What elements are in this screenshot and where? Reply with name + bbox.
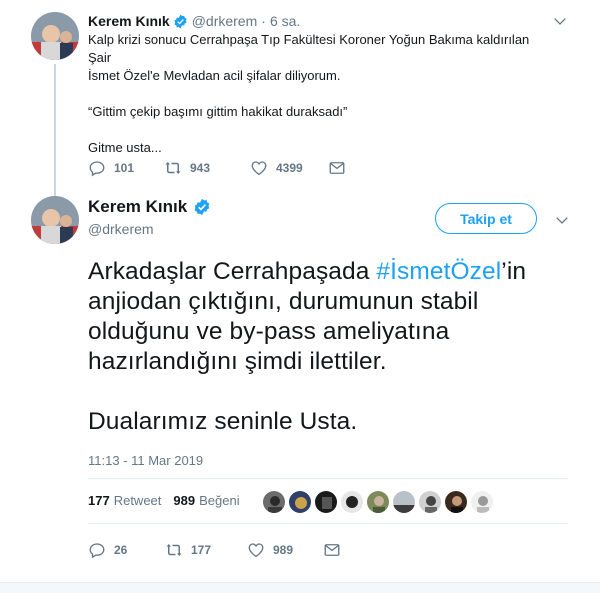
hashtag-link[interactable]: #İsmetÖzel xyxy=(376,258,501,285)
reply-count: 26 xyxy=(114,543,128,557)
retweet-icon xyxy=(166,544,182,556)
retweet-count: 177 xyxy=(191,543,212,557)
bottom-edge xyxy=(0,582,600,593)
avatar[interactable] xyxy=(31,12,79,60)
like-count: 4399 xyxy=(276,161,303,175)
reply-button[interactable]: 101 xyxy=(88,159,164,177)
like-button[interactable]: 989 xyxy=(247,541,323,559)
author-handle[interactable]: @drkerem xyxy=(192,12,258,31)
separator-dot: · xyxy=(261,13,266,29)
reply-count: 101 xyxy=(114,161,135,175)
liker-avatar[interactable] xyxy=(314,490,338,514)
chevron-down-icon[interactable] xyxy=(553,14,567,28)
heart-icon xyxy=(251,161,267,176)
liker-avatar[interactable] xyxy=(392,490,416,514)
reply-icon xyxy=(89,161,105,177)
like-total[interactable]: 989 xyxy=(173,493,195,508)
divider xyxy=(88,523,568,524)
tweet1-actions: 101 943 4399 xyxy=(88,159,354,177)
heart-icon xyxy=(248,543,264,558)
liker-avatar[interactable] xyxy=(262,490,286,514)
divider xyxy=(88,478,568,479)
tweet-timestamp[interactable]: 11:13 - 11 Mar 2019 xyxy=(88,453,203,468)
liker-avatar[interactable] xyxy=(444,490,468,514)
retweet-label[interactable]: Retweet xyxy=(114,493,162,508)
like-label[interactable]: Beğeni xyxy=(199,493,239,508)
tweet-text-line: İsmet Özel'e Mevladan acil şifalar diliy… xyxy=(88,68,341,83)
retweet-button[interactable]: 177 xyxy=(165,541,247,559)
liker-avatar[interactable] xyxy=(366,490,390,514)
liker-avatar[interactable] xyxy=(288,490,312,514)
like-count: 989 xyxy=(273,543,294,557)
like-button[interactable]: 4399 xyxy=(250,159,328,177)
author-name[interactable]: Kerem Kınık xyxy=(88,197,187,217)
tweet-text-prefix: Arkadaşlar Cerrahpaşada xyxy=(88,258,377,285)
tweet1-text: Kalp krizi sonucu Cerrahpaşa Tıp Fakülte… xyxy=(88,31,548,157)
avatar[interactable] xyxy=(31,196,79,244)
retweet-icon xyxy=(165,162,181,174)
author-name-row: Kerem Kınık xyxy=(88,197,215,217)
retweet-count: 943 xyxy=(190,161,211,175)
direct-message-button[interactable] xyxy=(328,159,354,177)
tweet-stats: 177 Retweet 989 Beğeni xyxy=(88,493,252,508)
follow-button[interactable]: Takip et xyxy=(435,203,537,234)
liker-avatars xyxy=(262,490,496,514)
tweet2-text: Arkadaşlar Cerrahpaşada #İsmetÖzel’in an… xyxy=(88,257,558,437)
verified-badge-icon xyxy=(194,198,210,216)
tweet-time[interactable]: 6 sa. xyxy=(270,12,300,31)
envelope-icon xyxy=(324,544,340,556)
liker-avatar[interactable] xyxy=(470,490,494,514)
avatar-photo-icon xyxy=(31,196,79,244)
envelope-icon xyxy=(329,162,345,174)
thread-connector xyxy=(54,64,56,196)
tweet-closing: Gitme usta... xyxy=(88,140,162,155)
avatar-photo-icon xyxy=(31,12,79,60)
retweet-total[interactable]: 177 xyxy=(88,493,110,508)
chevron-down-icon[interactable] xyxy=(555,213,569,227)
direct-message-button[interactable] xyxy=(323,541,349,559)
tweet2-actions: 26 177 989 xyxy=(88,541,349,559)
author-handle[interactable]: @drkerem xyxy=(88,221,154,237)
author-name[interactable]: Kerem Kınık xyxy=(88,12,170,31)
verified-badge-icon xyxy=(174,14,187,29)
retweet-button[interactable]: 943 xyxy=(164,159,250,177)
tweet1-header: Kerem Kınık @drkerem · 6 sa. xyxy=(88,12,300,31)
tweet-text-line: Kalp krizi sonucu Cerrahpaşa Tıp Fakülte… xyxy=(88,32,530,65)
tweet-text-second: Dualarımız seninle Usta. xyxy=(88,408,358,435)
reply-button[interactable]: 26 xyxy=(88,541,165,559)
liker-avatar[interactable] xyxy=(418,490,442,514)
tweet-quote: “Gittim çekip başımı gittim hakikat dura… xyxy=(88,104,348,119)
liker-avatar[interactable] xyxy=(340,490,364,514)
reply-icon xyxy=(89,543,105,559)
